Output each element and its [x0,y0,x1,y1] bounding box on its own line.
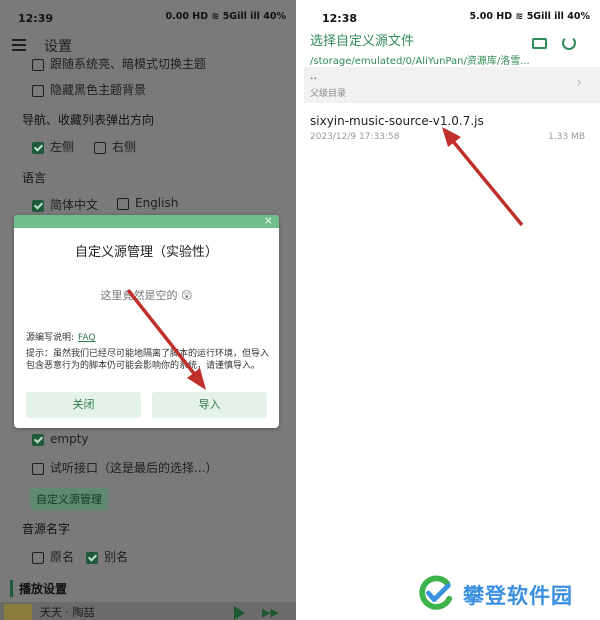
checkbox[interactable] [32,552,44,564]
dialog-title: 自定义源管理（实验性） [74,245,218,260]
option-label: 试听接口（这是最后的选择...） [50,461,218,475]
menu-icon[interactable] [12,36,26,54]
option-label: 隐藏黑色主题背景 [50,83,147,97]
parent-label: 父级目录 [310,89,347,99]
watermark-logo-icon [419,575,453,610]
watermark-text: 攀登软件园 [463,584,573,608]
checkbox-checked[interactable] [32,200,44,212]
parent-directory-item[interactable]: .. 父级目录 › [304,67,600,103]
parent-dots: .. [310,69,317,82]
faq-row: 源编写说明: FAQ [26,330,95,343]
watermark: 攀登软件园 [417,572,597,616]
album-cover[interactable] [4,604,32,620]
option-label: English [135,196,179,210]
current-path: /storage/emulated/0/AliYunPan/资源库/洛雪... [310,56,530,67]
import-button[interactable]: 导入 [152,392,267,418]
file-size: 1.33 MB [548,132,585,142]
option-label: empty [50,432,89,446]
page-title: 设置 [44,39,72,55]
hide-black-bg-option[interactable]: 隐藏黑色主题背景 [32,81,146,98]
song-title: 天天 · 陶喆 [40,606,95,619]
nav-direction-heading: 导航、收藏列表弹出方向 [22,113,155,127]
status-bar: 12:39 0.00 HD ≋ 5Gill ill 40% [0,0,296,34]
checkbox-checked[interactable] [86,552,98,564]
refresh-icon[interactable] [562,36,576,50]
lang-en-option[interactable]: English [117,196,178,210]
custom-source-button[interactable]: 自定义源管理 [30,488,108,510]
option-label: 原名 [50,550,75,564]
settings-screen: 12:39 0.00 HD ≋ 5Gill ill 40% 设置 跟随系统亮、暗… [0,0,296,620]
faq-label: 源编写说明: [26,333,75,343]
playback-heading: 播放设置 [10,580,67,597]
option-label: 右侧 [112,140,137,154]
mini-player[interactable]: 天天 · 陶喆 ▶▶ [0,602,296,620]
dialog-topbar: × [14,214,279,228]
picker-title: 选择自定义源文件 [310,34,415,49]
empty-message: 这里竟然是空的 😲 [100,289,193,302]
source-empty-option[interactable]: empty [32,432,89,446]
status-icons: 5.00 HD ≋ 5Gill ill 40% [469,11,590,22]
new-folder-icon[interactable] [532,38,547,49]
name-alias-option[interactable]: 别名 [86,548,128,565]
lang-zh-option[interactable]: 简体中文 [32,196,98,213]
checkbox[interactable] [32,85,44,97]
custom-source-dialog: × 自定义源管理（实验性） 这里竟然是空的 😲 源编写说明: FAQ 提示：虽然我… [14,214,279,428]
source-name-heading: 音源名字 [22,522,71,536]
file-name: sixyin-music-source-v1.0.7.js [310,114,484,128]
option-label: 跟随系统亮、暗模式切换主题 [50,57,207,71]
play-icon[interactable] [234,606,245,620]
status-time: 12:38 [322,12,358,25]
chevron-right-icon: › [576,75,582,91]
faq-link[interactable]: FAQ [78,333,95,343]
status-icons: 0.00 HD ≋ 5Gill ill 40% [165,11,286,22]
nav-left-option[interactable]: 左侧 [32,138,74,155]
name-original-option[interactable]: 原名 [32,548,74,565]
close-button[interactable]: 关闭 [26,392,141,418]
source-trial-option[interactable]: 试听接口（这是最后的选择...） [32,459,217,476]
checkbox[interactable] [94,142,106,154]
file-item[interactable]: sixyin-music-source-v1.0.7.js 2023/12/9 … [310,114,595,142]
nav-right-option[interactable]: 右侧 [94,138,136,155]
checkbox-checked[interactable] [32,142,44,154]
follow-system-option[interactable]: 跟随系统亮、暗模式切换主题 [32,55,206,72]
option-label: 左侧 [50,140,75,154]
app-header: 设置 [0,34,296,56]
picker-header: 选择自定义源文件 /storage/emulated/0/AliYunPan/资… [310,30,530,67]
option-label: 别名 [104,550,129,564]
checkbox[interactable] [117,198,129,210]
checkbox[interactable] [32,463,44,475]
file-picker-screen: 12:38 5.00 HD ≋ 5Gill ill 40% 选择自定义源文件 /… [304,0,600,620]
status-bar: 12:38 5.00 HD ≋ 5Gill ill 40% [304,0,600,34]
status-time: 12:39 [18,12,54,25]
next-icon[interactable]: ▶▶ [262,606,279,619]
close-icon[interactable]: × [264,214,273,227]
language-heading: 语言 [22,171,47,185]
option-label: 简体中文 [50,198,99,212]
checkbox[interactable] [32,59,44,71]
checkbox-checked[interactable] [32,434,44,446]
warning-note: 提示：虽然我们已经尽可能地隔离了脚本的运行环境，但导入包含恶意行为的脚本仍可能会… [26,349,270,371]
